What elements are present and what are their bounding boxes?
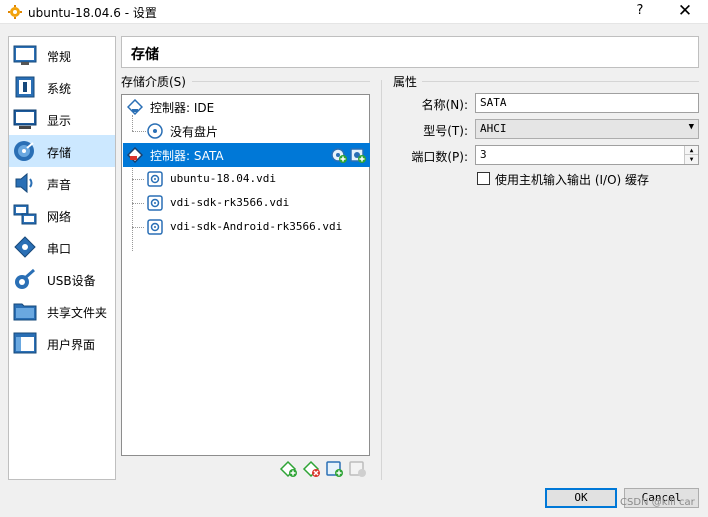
ports-value: 3 [480, 148, 487, 161]
optical-disc-icon [147, 123, 163, 139]
sidebar-item-system[interactable]: 系统 [9, 71, 115, 103]
controller-icon [127, 147, 143, 163]
sidebar-item-display[interactable]: 显示 [9, 103, 115, 135]
attributes-label: 属性 [393, 75, 418, 89]
storage-tree[interactable]: 控制器: IDE 没有盘片 控制器: SATA ubuntu-18.04.vdi… [121, 94, 370, 456]
storage-media-label: 存储介质(S) [121, 75, 186, 89]
spin-up-icon[interactable]: ▲ [684, 146, 698, 155]
remove-attachment-icon[interactable] [348, 460, 368, 478]
page-title: 存储 [131, 47, 159, 63]
chevron-down-icon: ▼ [688, 122, 694, 132]
hard-disk-icon [147, 195, 163, 211]
tree-node-label: 控制器: SATA [150, 149, 224, 163]
category-list: 常规 系统 显示 存储 声音 网络 串口 USB设备 共享文件夹 用户界面 [8, 36, 116, 480]
hard-disk-icon [147, 219, 163, 235]
sidebar-item-user-interface[interactable]: 用户界面 [9, 327, 115, 359]
tree-node-disk[interactable]: ubuntu-18.04.vdi [123, 167, 370, 191]
ports-label: 端口数(P): [411, 150, 468, 164]
type-select[interactable]: AHCI ▼ [475, 119, 699, 139]
sidebar-item-storage[interactable]: 存储 [9, 135, 115, 167]
user-interface-icon [13, 332, 37, 354]
add-controller-icon[interactable] [279, 460, 299, 478]
controller-icon [127, 99, 143, 115]
display-icon [13, 109, 37, 129]
add-attachment-icon[interactable] [325, 460, 345, 478]
add-optical-drive-icon[interactable] [330, 146, 348, 164]
sidebar-item-label: 串口 [47, 242, 72, 256]
ports-spinbox[interactable]: 3 ▲ ▼ [475, 145, 699, 165]
storage-icon [14, 141, 34, 161]
tree-node-disk[interactable]: vdi-sdk-Android-rk3566.vdi [123, 215, 370, 239]
sidebar-item-label: 声音 [47, 178, 72, 192]
audio-icon [15, 172, 33, 194]
section-divider [192, 81, 370, 82]
tree-node-ide-controller[interactable]: 控制器: IDE [123, 95, 370, 119]
vertical-divider [381, 80, 382, 480]
title-bar: ubuntu-18.04.6 - 设置 ? ✕ [0, 0, 708, 24]
serial-port-icon [14, 236, 36, 258]
shared-folder-icon [13, 303, 37, 321]
host-io-cache-label: 使用主机输入输出 (I/O) 缓存 [495, 173, 650, 187]
hard-disk-icon [147, 171, 163, 187]
sidebar-item-network[interactable]: 网络 [9, 199, 115, 231]
tree-node-label: vdi-sdk-Android-rk3566.vdi [170, 220, 343, 233]
sidebar-item-serial-port[interactable]: 串口 [9, 231, 115, 263]
name-label: 名称(N): [421, 98, 468, 112]
general-icon [13, 45, 37, 65]
virtualbox-gear-icon [8, 5, 22, 19]
tree-node-label: ubuntu-18.04.vdi [170, 172, 276, 185]
window-title: ubuntu-18.04.6 - 设置 [28, 6, 157, 20]
tree-node-optical-drive[interactable]: 没有盘片 [123, 119, 370, 143]
name-field[interactable]: SATA [475, 93, 699, 113]
sidebar-item-label: 显示 [47, 114, 72, 128]
system-icon [15, 76, 35, 98]
usb-icon [15, 268, 35, 289]
tree-node-disk[interactable]: vdi-sdk-rk3566.vdi [123, 191, 370, 215]
sidebar-item-label: 用户界面 [47, 338, 96, 352]
spin-down-icon[interactable]: ▼ [684, 155, 698, 164]
help-button[interactable]: ? [630, 3, 650, 18]
sidebar-item-label: 常规 [47, 50, 72, 64]
sidebar-item-label: 存储 [47, 146, 72, 160]
remove-controller-icon[interactable] [302, 460, 322, 478]
tree-node-label: vdi-sdk-rk3566.vdi [170, 196, 290, 209]
sidebar-item-usb[interactable]: USB设备 [9, 263, 115, 295]
sidebar-item-label: 网络 [47, 210, 72, 224]
type-label: 型号(T): [423, 124, 468, 138]
watermark: CSDN @kill car [620, 497, 695, 508]
sidebar-item-general[interactable]: 常规 [9, 39, 115, 71]
sidebar-item-label: 系统 [47, 82, 72, 96]
type-select-value: AHCI [480, 122, 507, 135]
sidebar-item-audio[interactable]: 声音 [9, 167, 115, 199]
add-hard-disk-icon[interactable] [349, 146, 367, 164]
host-io-cache-checkbox[interactable] [477, 172, 490, 185]
tree-node-label: 没有盘片 [170, 125, 219, 139]
section-divider [422, 81, 699, 82]
sidebar-item-shared-folders[interactable]: 共享文件夹 [9, 295, 115, 327]
tree-node-sata-controller[interactable]: 控制器: SATA [123, 143, 370, 167]
page-header: 存储 [121, 36, 699, 68]
network-icon [13, 204, 37, 225]
ok-button[interactable]: OK [545, 488, 617, 508]
close-button[interactable]: ✕ [670, 1, 700, 21]
sidebar-item-label: USB设备 [47, 274, 96, 288]
tree-node-label: 控制器: IDE [150, 101, 215, 115]
sidebar-item-label: 共享文件夹 [47, 306, 108, 320]
